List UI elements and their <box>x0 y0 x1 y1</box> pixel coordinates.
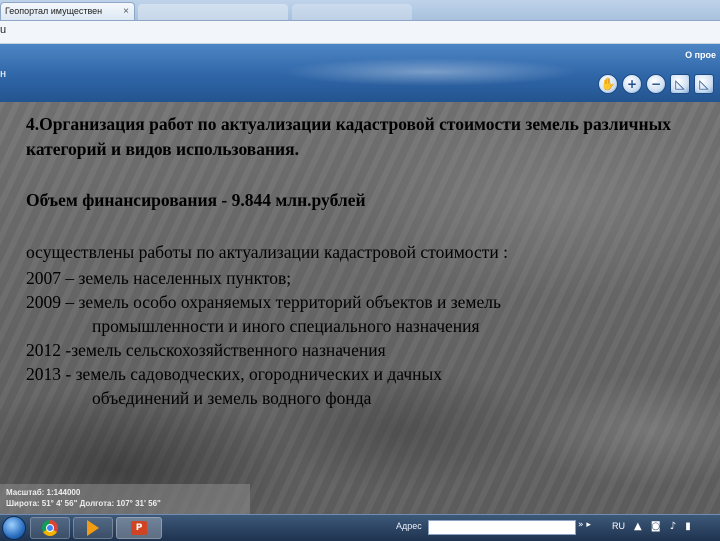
taskbar-address-label: Адрес <box>396 521 422 531</box>
start-button[interactable] <box>2 516 26 540</box>
list-item-text: 2007 – земель населенных пунктов; <box>26 268 292 288</box>
tab-close-icon[interactable]: × <box>123 3 129 20</box>
system-tray-icons[interactable]: ▲ ◙ ♪ ▮ <box>634 521 694 532</box>
chrome-icon <box>42 520 58 536</box>
coordinates-readout: Широта: 51° 4' 56" Долгота: 107° 31' 56" <box>6 499 161 508</box>
map-toolbar: ✋ + − ◺ ◺ <box>598 74 714 96</box>
address-text[interactable]: u <box>0 24 6 36</box>
browser-tab-active[interactable]: Геопортал имуществен × <box>0 2 135 20</box>
header-banner-image <box>220 52 640 92</box>
list-item: 2012 -земель сельскохозяйственного назна… <box>26 338 706 362</box>
browser-tab-bar: Геопортал имуществен × <box>0 0 720 21</box>
about-project-link[interactable]: О прое <box>685 50 716 60</box>
header-left-text: н <box>0 68 7 80</box>
map-status-bar: Масштаб: 1:144000 Широта: 51° 4' 56" Дол… <box>0 484 250 514</box>
taskbar-powerpoint-button[interactable]: P <box>116 517 162 539</box>
zoom-out-icon[interactable]: − <box>646 74 666 94</box>
taskbar-chrome-button[interactable] <box>30 517 70 539</box>
list-item-text: 2013 - земель садоводческих, огородничес… <box>26 364 443 384</box>
tab-title: Геопортал имуществен <box>5 6 103 16</box>
browser-address-bar[interactable]: u <box>0 21 720 44</box>
browser-tab[interactable] <box>138 4 288 20</box>
taskbar-media-player-button[interactable] <box>73 517 113 539</box>
slide-text-overlay: 4.Организация работ по актуализации када… <box>0 102 720 490</box>
list-item: 2009 – земель особо охраняемых территори… <box>26 290 706 338</box>
measure-area-icon[interactable]: ◺ <box>694 74 714 94</box>
list-item-continuation: промышленности и иного специального назн… <box>92 316 480 336</box>
list-item-text: 2009 – земель особо охраняемых территори… <box>26 292 501 312</box>
taskbar-address-input[interactable] <box>428 520 576 535</box>
site-header: н О прое ✋ + − ◺ ◺ <box>0 44 720 102</box>
list-item-continuation: объединений и земель водного фонда <box>92 388 372 408</box>
measure-icon[interactable]: ◺ <box>670 74 690 94</box>
list-item: 2007 – земель населенных пунктов; <box>26 266 706 290</box>
works-intro: осуществлены работы по актуализации када… <box>26 242 508 262</box>
works-list: 2007 – земель населенных пунктов; 2009 –… <box>26 266 706 410</box>
taskbar-address-arrows[interactable]: » ▸ <box>578 520 591 530</box>
list-item: 2013 - земель садоводческих, огородничес… <box>26 362 706 410</box>
media-player-icon <box>87 520 99 536</box>
zoom-in-icon[interactable]: + <box>622 74 642 94</box>
browser-tab[interactable] <box>292 4 412 20</box>
list-item-text: 2012 -земель сельскохозяйственного назна… <box>26 340 386 360</box>
scale-readout: Масштаб: 1:144000 <box>6 488 81 497</box>
slide-heading: 4.Организация работ по актуализации када… <box>26 114 672 159</box>
financing-line: Объем финансирования - 9.844 млн.рублей <box>26 190 366 210</box>
windows-taskbar: P Адрес » ▸ RU ▲ ◙ ♪ ▮ <box>0 514 720 541</box>
hand-icon[interactable]: ✋ <box>598 74 618 94</box>
powerpoint-icon: P <box>131 521 147 535</box>
language-indicator[interactable]: RU <box>612 521 625 531</box>
